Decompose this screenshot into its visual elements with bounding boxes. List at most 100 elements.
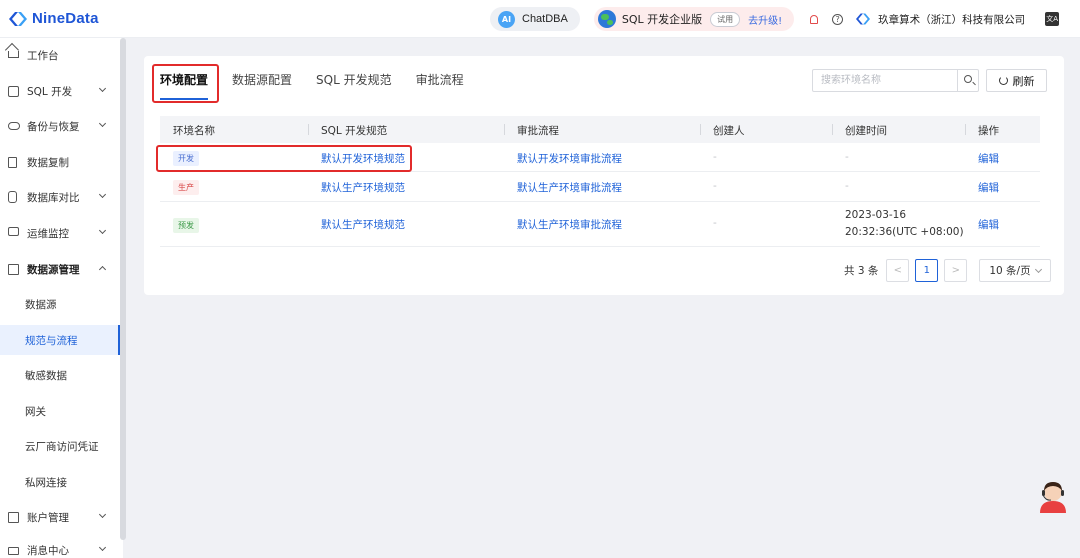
highlight-box xyxy=(156,145,412,172)
chevron-down-icon xyxy=(98,510,107,519)
tab-sql-spec[interactable]: SQL 开发规范 xyxy=(316,68,392,92)
sidebar-item-workbench[interactable]: 工作台 xyxy=(0,40,120,70)
column-header: 环境名称 xyxy=(173,125,215,137)
sidebar-subitem-sensitive[interactable]: 敏感数据 xyxy=(0,360,120,390)
datasource-icon xyxy=(8,264,19,275)
main-panel: 环境配置 数据源配置 SQL 开发规范 审批流程 刷新 环境名称 SQL 开发规… xyxy=(144,56,1064,295)
chevron-down-icon xyxy=(98,119,107,128)
creator-cell: - xyxy=(713,217,717,229)
home-icon xyxy=(8,51,19,58)
spec-link[interactable]: 默认生产环境规范 xyxy=(321,217,405,232)
cloud-backup-icon xyxy=(8,122,20,130)
help-icon[interactable]: ? xyxy=(832,13,844,25)
spec-link[interactable]: 默认生产环境规范 xyxy=(321,180,405,195)
database-icon xyxy=(8,191,17,203)
sidebar-subitem-spec-flow[interactable]: 规范与流程 xyxy=(0,325,120,355)
env-tag: 预发 xyxy=(173,218,199,233)
company-switcher[interactable]: 玖章算术（浙江）科技有限公司 xyxy=(855,12,1025,27)
copy-icon xyxy=(8,157,17,168)
edit-link[interactable]: 编辑 xyxy=(978,217,999,232)
page-1-button[interactable]: 1 xyxy=(915,259,939,282)
tab-datasource-config[interactable]: 数据源配置 xyxy=(232,68,292,92)
pagination: 共 3 条 < 1 > 10 条/页 xyxy=(844,259,1052,282)
sidebar-item-replication[interactable]: 数据复制 xyxy=(0,147,120,177)
refresh-label: 刷新 xyxy=(1012,74,1035,88)
flow-link[interactable]: 默认开发环境审批流程 xyxy=(517,151,622,166)
search-input[interactable] xyxy=(813,70,957,91)
chevron-down-icon xyxy=(1035,265,1043,274)
sidebar-subitem-private-link[interactable]: 私网连接 xyxy=(0,467,120,497)
column-header: 创建时间 xyxy=(845,125,887,137)
column-header: 创建人 xyxy=(713,125,745,137)
upgrade-link[interactable]: 去升级! xyxy=(748,12,782,27)
tab-approval-flow[interactable]: 审批流程 xyxy=(416,68,464,92)
mail-icon xyxy=(8,547,19,555)
sidebar-item-db-compare[interactable]: 数据库对比 xyxy=(0,182,120,212)
flow-link[interactable]: 默认生产环境审批流程 xyxy=(517,180,622,195)
sidebar-item-label: 消息中心 xyxy=(27,544,69,557)
search-icon xyxy=(964,75,972,83)
edit-link[interactable]: 编辑 xyxy=(978,180,999,195)
sidebar-item-monitoring[interactable]: 运维监控 xyxy=(0,218,120,248)
translate-icon[interactable]: 文A xyxy=(1045,12,1060,26)
edition-label: SQL 开发企业版 xyxy=(621,13,703,26)
sidebar-item-datasource-mgmt[interactable]: 数据源管理 xyxy=(0,254,120,284)
sidebar-item-label: 工作台 xyxy=(27,49,59,62)
chevron-down-icon xyxy=(98,84,107,93)
ninedata-logo-icon xyxy=(9,11,27,26)
created-date: 2023-03-16 xyxy=(845,209,907,221)
column-header: 操作 xyxy=(978,125,999,137)
sidebar-item-backup[interactable]: 备份与恢复 xyxy=(0,111,120,141)
sidebar: 工作台 SQL 开发 备份与恢复 数据复制 数据库对比 运维监控 数据源管理 数… xyxy=(0,38,123,558)
created-time-cell: - xyxy=(845,180,849,192)
sidebar-item-label: SQL 开发 xyxy=(27,85,73,98)
sidebar-item-label: 运维监控 xyxy=(27,227,69,240)
created-time-cell: - xyxy=(845,151,849,163)
column-header: SQL 开发规范 xyxy=(321,125,388,137)
chevron-up-icon xyxy=(98,265,107,274)
company-name: 玖章算术（浙江）科技有限公司 xyxy=(878,13,1026,26)
sidebar-item-label: 备份与恢复 xyxy=(27,120,80,133)
monitor-icon xyxy=(8,227,19,236)
total-count: 共 3 条 xyxy=(844,265,879,277)
account-icon xyxy=(8,512,19,523)
sidebar-subitem-datasource[interactable]: 数据源 xyxy=(0,289,120,319)
sidebar-item-messages[interactable]: 消息中心 xyxy=(0,535,120,558)
page-size-value: 10 条/页 xyxy=(989,265,1031,277)
prev-page-button[interactable]: < xyxy=(886,259,910,282)
sidebar-item-label: 账户管理 xyxy=(27,511,69,524)
sidebar-subitem-gateway[interactable]: 网关 xyxy=(0,396,120,426)
flow-link[interactable]: 默认生产环境审批流程 xyxy=(517,217,622,232)
sidebar-subitem-label: 数据源 xyxy=(25,299,57,311)
logo[interactable]: NineData xyxy=(8,10,99,28)
sidebar-scrollbar[interactable] xyxy=(120,38,126,540)
search-button[interactable] xyxy=(957,70,979,91)
chevron-down-icon xyxy=(98,226,107,235)
column-header: 审批流程 xyxy=(517,125,559,137)
sidebar-item-sql-dev[interactable]: SQL 开发 xyxy=(0,76,120,106)
sidebar-subitem-label: 私网连接 xyxy=(25,477,67,489)
sidebar-subitem-label: 规范与流程 xyxy=(25,335,78,347)
sidebar-item-label: 数据库对比 xyxy=(27,191,80,204)
next-page-button[interactable]: > xyxy=(944,259,968,282)
logo-text: NineData xyxy=(32,10,99,27)
sidebar-subitem-cloud-credentials[interactable]: 云厂商访问凭证 xyxy=(0,431,120,461)
chatdba-button[interactable]: AI ChatDBA xyxy=(490,7,580,31)
column-divider xyxy=(832,124,833,135)
sidebar-item-label: 数据源管理 xyxy=(27,263,80,276)
sidebar-subitem-label: 敏感数据 xyxy=(25,370,67,382)
chatdba-label: ChatDBA xyxy=(522,13,568,25)
sidebar-subitem-label: 云厂商访问凭证 xyxy=(25,441,99,453)
sidebar-item-account[interactable]: 账户管理 xyxy=(0,502,120,532)
bell-icon[interactable] xyxy=(810,14,819,24)
assistant-avatar-icon[interactable] xyxy=(1038,479,1068,513)
highlight-box xyxy=(152,64,219,103)
page-size-select[interactable]: 10 条/页 xyxy=(979,259,1052,282)
sidebar-subitem-label: 网关 xyxy=(25,406,46,418)
edition-banner[interactable]: SQL 开发企业版 试用 去升级! xyxy=(593,7,795,31)
ai-icon: AI xyxy=(498,10,515,28)
edit-link[interactable]: 编辑 xyxy=(978,151,999,166)
table-row: 预发 默认生产环境规范 默认生产环境审批流程 - 2023-03-16 20:3… xyxy=(160,202,1040,247)
refresh-button[interactable]: 刷新 xyxy=(986,69,1047,92)
chevron-down-icon xyxy=(98,190,107,199)
